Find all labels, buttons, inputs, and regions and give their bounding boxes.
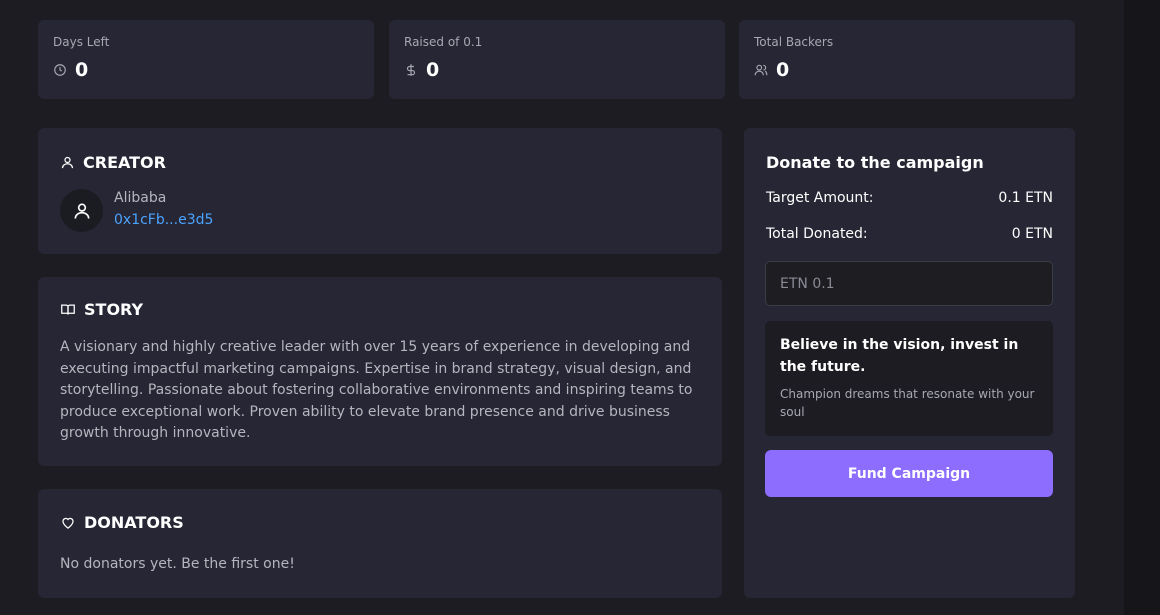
stat-label: Days Left	[53, 35, 110, 49]
avatar-user-icon	[74, 203, 89, 219]
stat-card-backers: Total Backers 0	[739, 20, 1075, 99]
stat-value: 0	[776, 59, 790, 81]
heart-icon	[60, 515, 76, 530]
user-icon	[60, 155, 75, 170]
stat-card-days-left: Days Left 0	[38, 20, 374, 99]
stat-label: Total Backers	[754, 35, 834, 49]
story-card: STORY A visionary and highly creative le…	[38, 277, 722, 466]
promo-heading: Believe in the vision, invest in the fut…	[780, 337, 1019, 375]
dollar-icon	[404, 63, 418, 77]
creator-name: Alibaba	[114, 190, 167, 206]
stat-value: 0	[426, 59, 440, 81]
donate-panel: Donate to the campaign Target Amount: 0.…	[744, 128, 1075, 598]
users-icon	[754, 63, 768, 77]
donators-card: DONATORS No donators yet. Be the first o…	[38, 489, 722, 598]
story-heading: STORY	[60, 300, 143, 319]
fund-campaign-button[interactable]: Fund Campaign	[765, 450, 1053, 497]
stat-label: Raised of 0.1	[404, 35, 483, 49]
story-title: STORY	[84, 300, 144, 319]
donate-title: Donate to the campaign	[766, 153, 984, 172]
stat-card-raised: Raised of 0.1 0	[389, 20, 725, 99]
total-donated-value: 0 ETN	[1011, 226, 1053, 242]
promo-box: Believe in the vision, invest in the fut…	[765, 321, 1053, 436]
total-donated-label: Total Donated:	[766, 226, 868, 242]
promo-subtext: Champion dreams that resonate with your …	[780, 387, 1035, 419]
donators-title: DONATORS	[84, 513, 184, 532]
donation-amount-input[interactable]	[765, 261, 1053, 306]
creator-address-link[interactable]: 0x1cFb...e3d5	[114, 212, 213, 228]
donators-empty-text: No donators yet. Be the first one!	[60, 556, 295, 572]
avatar	[60, 189, 103, 232]
donators-heading: DONATORS	[60, 513, 184, 532]
clock-icon	[53, 63, 67, 77]
target-amount-label: Target Amount:	[766, 190, 874, 206]
right-rail	[1124, 0, 1160, 615]
creator-card: CREATOR Alibaba 0x1cFb...e3d5	[38, 128, 722, 254]
creator-heading: CREATOR	[60, 153, 166, 172]
story-text: A visionary and highly creative leader w…	[60, 339, 693, 442]
campaign-details-page: Days Left 0 Raised of 0.1 0 Total Backer…	[0, 0, 1160, 615]
target-amount-value: 0.1 ETN	[998, 190, 1053, 206]
stat-value: 0	[75, 59, 89, 81]
creator-title: CREATOR	[83, 153, 166, 172]
book-icon	[60, 302, 76, 317]
